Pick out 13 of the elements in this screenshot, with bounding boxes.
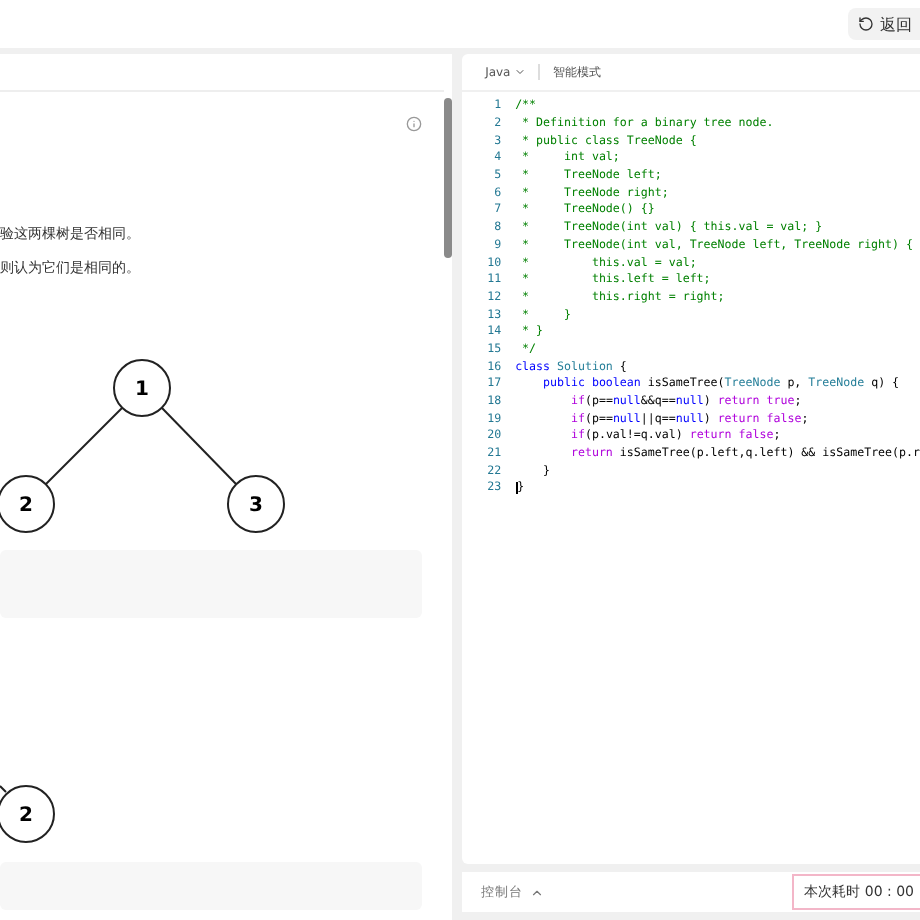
back-button[interactable]: 返回 (848, 8, 920, 40)
tree-edge (45, 407, 123, 485)
chevron-icon (514, 66, 527, 78)
chevron-icon (529, 885, 544, 899)
tree-node: 2 (0, 785, 55, 843)
undo-icon (858, 16, 874, 32)
scrollbar-thumb[interactable] (444, 98, 452, 258)
info-icon[interactable] (406, 116, 422, 132)
tree-edge (0, 785, 7, 793)
tree-node: 2 (0, 475, 55, 533)
tree-edge (161, 407, 237, 485)
tree-node: 3 (227, 475, 285, 533)
tree-node: 1 (113, 359, 171, 417)
